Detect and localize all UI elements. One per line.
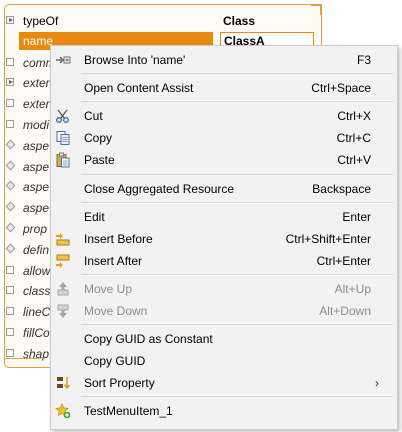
move-up-icon xyxy=(55,281,71,297)
panel-footer-edge xyxy=(5,358,41,367)
sort-property-icon xyxy=(55,375,71,391)
context-menu: Browse Into 'name' F3 Open Content Assist C… xyxy=(50,45,398,430)
menu-item-label: Close Aggregated Resource xyxy=(84,181,235,196)
property-name: modi xyxy=(23,118,50,132)
menu-item-move-down[interactable]: Move Down Alt+Down xyxy=(51,300,397,322)
menu-item-cut[interactable]: Cut Ctrl+X xyxy=(51,105,397,127)
menu-item-open-content-assist[interactable]: Open Content Assist Ctrl+Space xyxy=(51,77,397,99)
property-name: fillCo xyxy=(23,326,50,340)
menu-separator xyxy=(81,73,393,75)
menu-item-shortcut: Ctrl+Space xyxy=(311,81,371,96)
insert-before-icon xyxy=(55,231,71,247)
property-name: aspe xyxy=(23,159,50,174)
diamond-marker-icon xyxy=(5,160,16,171)
menu-item-testmenuitem-1[interactable]: TestMenuItem_1 xyxy=(51,400,397,422)
menu-item-label: Cut xyxy=(84,109,103,124)
menu-separator xyxy=(81,273,393,275)
property-value: Class xyxy=(223,14,256,28)
menu-item-label: Move Up xyxy=(84,281,133,296)
diamond-marker-icon xyxy=(5,243,16,254)
square-marker-icon xyxy=(6,307,14,316)
menu-item-edit[interactable]: Edit Enter xyxy=(51,206,397,228)
square-marker-icon xyxy=(6,120,14,128)
property-name: exter xyxy=(23,97,50,112)
menu-item-label: Copy GUID as Constant xyxy=(84,332,213,347)
menu-item-label: Insert After xyxy=(84,253,143,268)
menu-item-move-up[interactable]: Move Up Alt+Up xyxy=(51,278,397,300)
paste-icon xyxy=(55,152,71,168)
property-name: lineC xyxy=(23,305,51,320)
diamond-marker-icon xyxy=(5,222,16,233)
menu-item-label: Open Content Assist xyxy=(84,81,194,96)
property-name: exter xyxy=(23,76,50,91)
browse-into-icon xyxy=(55,52,71,68)
square-marker-icon xyxy=(6,328,14,336)
menu-item-shortcut: Ctrl+Enter xyxy=(316,253,371,268)
property-name: aspe xyxy=(23,201,50,216)
menu-item-label: Edit xyxy=(84,209,105,224)
diamond-marker-icon xyxy=(5,180,16,191)
menu-separator xyxy=(81,101,393,103)
property-name: defin xyxy=(23,242,50,257)
menu-item-close-aggregated-resource[interactable]: Close Aggregated Resource Backspace xyxy=(51,178,397,200)
square-marker-icon xyxy=(6,57,14,66)
menu-item-shortcut: Ctrl+C xyxy=(336,131,371,146)
property-row[interactable]: typeOf Class xyxy=(5,11,321,31)
menu-separator xyxy=(81,324,393,326)
square-marker-icon xyxy=(6,99,14,108)
property-name: typeOf xyxy=(23,14,59,28)
expand-toggle-icon[interactable] xyxy=(6,16,14,24)
menu-item-shortcut: Ctrl+X xyxy=(337,109,371,124)
menu-item-label: Copy xyxy=(84,131,113,146)
square-marker-icon xyxy=(6,265,14,274)
menu-separator xyxy=(81,396,393,398)
menu-item-shortcut: Alt+Up xyxy=(334,281,371,296)
submenu-arrow-icon: › xyxy=(375,376,379,391)
menu-item-label: Copy GUID xyxy=(84,354,146,369)
property-name: aspe xyxy=(23,138,50,153)
insert-after-icon xyxy=(55,253,71,269)
menu-item-label: Sort Property xyxy=(84,376,155,391)
menu-item-sort-property[interactable]: Sort Property › xyxy=(51,372,397,394)
menu-item-label: TestMenuItem_1 xyxy=(84,404,173,419)
star-add-icon xyxy=(55,403,71,419)
menu-item-shortcut: Enter xyxy=(342,209,371,224)
diamond-marker-icon xyxy=(5,139,16,150)
menu-item-copy-guid-as-constant[interactable]: Copy GUID as Constant xyxy=(51,328,397,350)
menu-item-browse-into-name[interactable]: Browse Into 'name' F3 xyxy=(51,49,397,71)
menu-item-shortcut: Alt+Down xyxy=(319,304,371,318)
menu-item-label: Paste xyxy=(84,153,115,168)
menu-item-paste[interactable]: Paste Ctrl+V xyxy=(51,149,397,171)
menu-separator xyxy=(81,201,393,203)
square-marker-icon xyxy=(6,286,14,295)
menu-item-label: Move Down xyxy=(84,304,148,318)
menu-item-insert-before[interactable]: Insert Before Ctrl+Shift+Enter xyxy=(51,228,397,250)
menu-item-label: Insert Before xyxy=(84,231,153,246)
menu-item-shortcut: Ctrl+V xyxy=(337,153,371,168)
scissors-icon xyxy=(55,108,71,124)
menu-item-copy[interactable]: Copy Ctrl+C xyxy=(51,127,397,149)
menu-item-shortcut: F3 xyxy=(356,53,371,67)
square-marker-icon xyxy=(6,348,14,357)
menu-separator xyxy=(81,173,393,175)
menu-item-insert-after[interactable]: Insert After Ctrl+Enter xyxy=(51,250,397,272)
menu-item-shortcut: Ctrl+Shift+Enter xyxy=(285,231,371,246)
property-name: aspe xyxy=(23,180,50,195)
menu-item-label: Browse Into 'name' xyxy=(84,53,186,67)
diamond-marker-icon xyxy=(5,201,16,212)
property-name: prop xyxy=(23,222,48,236)
menu-item-copy-guid[interactable]: Copy GUID xyxy=(51,350,397,372)
property-name: class xyxy=(23,284,51,299)
property-name: allow xyxy=(23,263,51,278)
move-down-icon xyxy=(55,303,71,319)
menu-item-shortcut: Backspace xyxy=(312,181,371,196)
expand-toggle-icon[interactable] xyxy=(6,78,14,87)
copy-icon xyxy=(55,130,71,146)
